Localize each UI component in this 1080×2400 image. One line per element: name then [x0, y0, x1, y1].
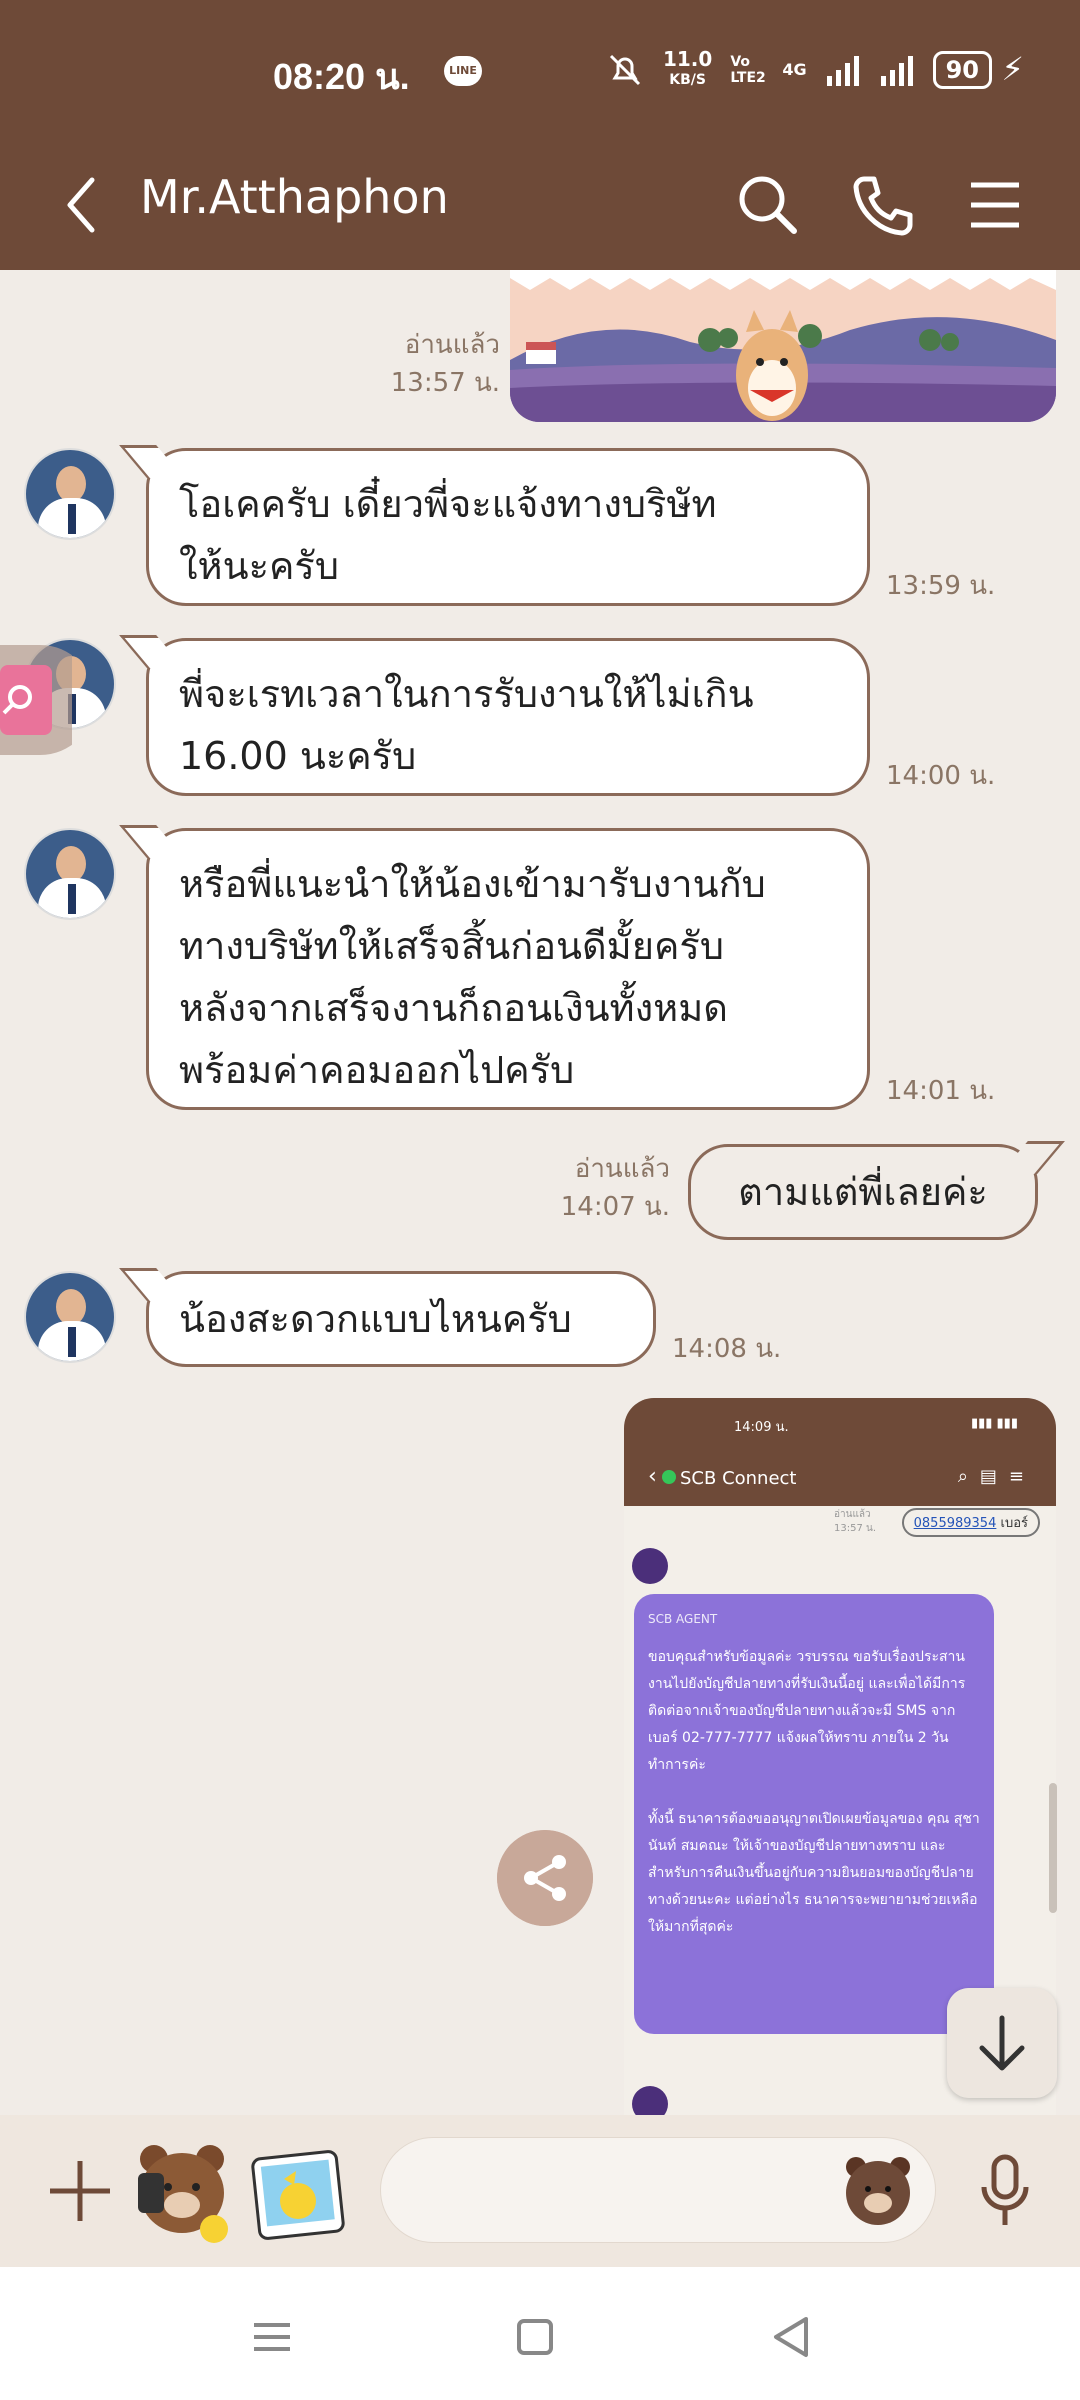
back-arrow-icon[interactable]: [56, 170, 106, 240]
status-bar: 08:20 น. LINE 11.0 KB/S Vo LTE2 4G 90 ⚡: [0, 0, 1080, 140]
gallery-sticker-icon[interactable]: [250, 2145, 346, 2241]
share-icon[interactable]: [497, 1830, 593, 1926]
chat-title: Mr.Atthaphon: [140, 170, 449, 224]
home-icon[interactable]: [505, 2307, 565, 2367]
signal-icon-2: [880, 55, 913, 86]
verified-shield-icon: [662, 1470, 676, 1484]
screenshot-phone-bubble: 0855989354 เบอร์: [901, 1508, 1040, 1537]
microphone-icon[interactable]: [970, 2151, 1040, 2231]
screenshot-back-icon: ‹: [648, 1464, 657, 1489]
mute-icon: [609, 54, 641, 85]
message-bubble[interactable]: พี่จะเรทเวลาในการรับงานให้ไม่เกิน 16.00 …: [146, 638, 870, 796]
signal-icon-1: [826, 55, 859, 86]
plus-icon[interactable]: [40, 2151, 120, 2231]
contact-avatar[interactable]: [24, 828, 116, 920]
contact-avatar[interactable]: [24, 1271, 116, 1363]
recent-apps-icon[interactable]: [242, 2307, 302, 2367]
message-time: 14:00 น.: [886, 761, 996, 791]
shiba-sticker-image[interactable]: [510, 270, 1056, 422]
volte-label: Vo LTE2: [730, 53, 766, 86]
line-notification-icon: LINE: [444, 56, 482, 86]
scb-avatar: [632, 1548, 668, 1584]
my-message-meta: อ่านแล้ว 14:07 น.: [560, 1154, 670, 1222]
battery-indicator: 90: [932, 50, 992, 89]
message-bubble[interactable]: หรือพี่แนะนำให้น้องเข้ามารับงานกับ ทางบร…: [146, 828, 870, 1110]
phone-call-icon[interactable]: [842, 165, 922, 245]
signal-type: 4G: [782, 60, 807, 79]
screenshot-header-icons: ⌕▤≡: [957, 1466, 1036, 1487]
message-bubble[interactable]: น้องสะดวกแบบไหนครับ: [146, 1271, 656, 1367]
scb-agent-message: SCB AGENT ขอบคุณสำหรับข้อมูลค่ะ วรบรรณ ข…: [634, 1594, 994, 2034]
app-bar: Mr.Atthaphon: [0, 140, 1080, 270]
input-bar: [0, 2115, 1080, 2267]
contact-avatar[interactable]: [24, 448, 116, 540]
top-bar: 08:20 น. LINE 11.0 KB/S Vo LTE2 4G 90 ⚡ …: [0, 0, 1080, 270]
my-message-bubble[interactable]: ตามแต่พี่เลยค่ะ: [688, 1144, 1038, 1240]
search-icon[interactable]: [728, 165, 808, 245]
status-icons: 11.0 KB/S Vo LTE2 4G 90: [605, 47, 992, 89]
charging-icon: ⚡: [1001, 50, 1024, 88]
chat-area[interactable]: อ่านแล้ว 13:57 น. โอเคครับ เดี๋ยวพี่จะแจ…: [0, 270, 1080, 2115]
scrollbar[interactable]: [1049, 1783, 1057, 1913]
message-time: 13:59 น.: [886, 571, 996, 601]
message-bubble[interactable]: โอเคครับ เดี๋ยวพี่จะแจ้งทางบริษัท ให้นะค…: [146, 448, 870, 606]
status-time: 08:20 น.: [273, 56, 410, 97]
magnifier-overlay-icon[interactable]: [0, 645, 72, 755]
screenshot-meta: อ่านแล้ว 13:57 น.: [834, 1509, 877, 1534]
message-time: 14:01 น.: [886, 1076, 996, 1106]
brown-sticker-icon[interactable]: [130, 2137, 234, 2245]
screenshot-status-bar: 14:09 น. ▮▮▮ ▮▮▮: [624, 1398, 1056, 1450]
emoji-sticker-icon[interactable]: [840, 2151, 916, 2227]
sticker-meta: อ่านแล้ว 13:57 น.: [390, 330, 500, 398]
scroll-down-icon[interactable]: [947, 1988, 1057, 2098]
nav-back-icon[interactable]: [762, 2307, 822, 2367]
message-time: 14:08 น.: [672, 1334, 782, 1364]
net-speed: 11.0 KB/S: [662, 47, 713, 88]
scb-avatar: [632, 2086, 668, 2115]
screenshot-header: ‹ SCB Connect ⌕▤≡: [624, 1450, 1056, 1506]
system-nav-bar: [0, 2267, 1080, 2400]
menu-icon[interactable]: [955, 165, 1035, 245]
